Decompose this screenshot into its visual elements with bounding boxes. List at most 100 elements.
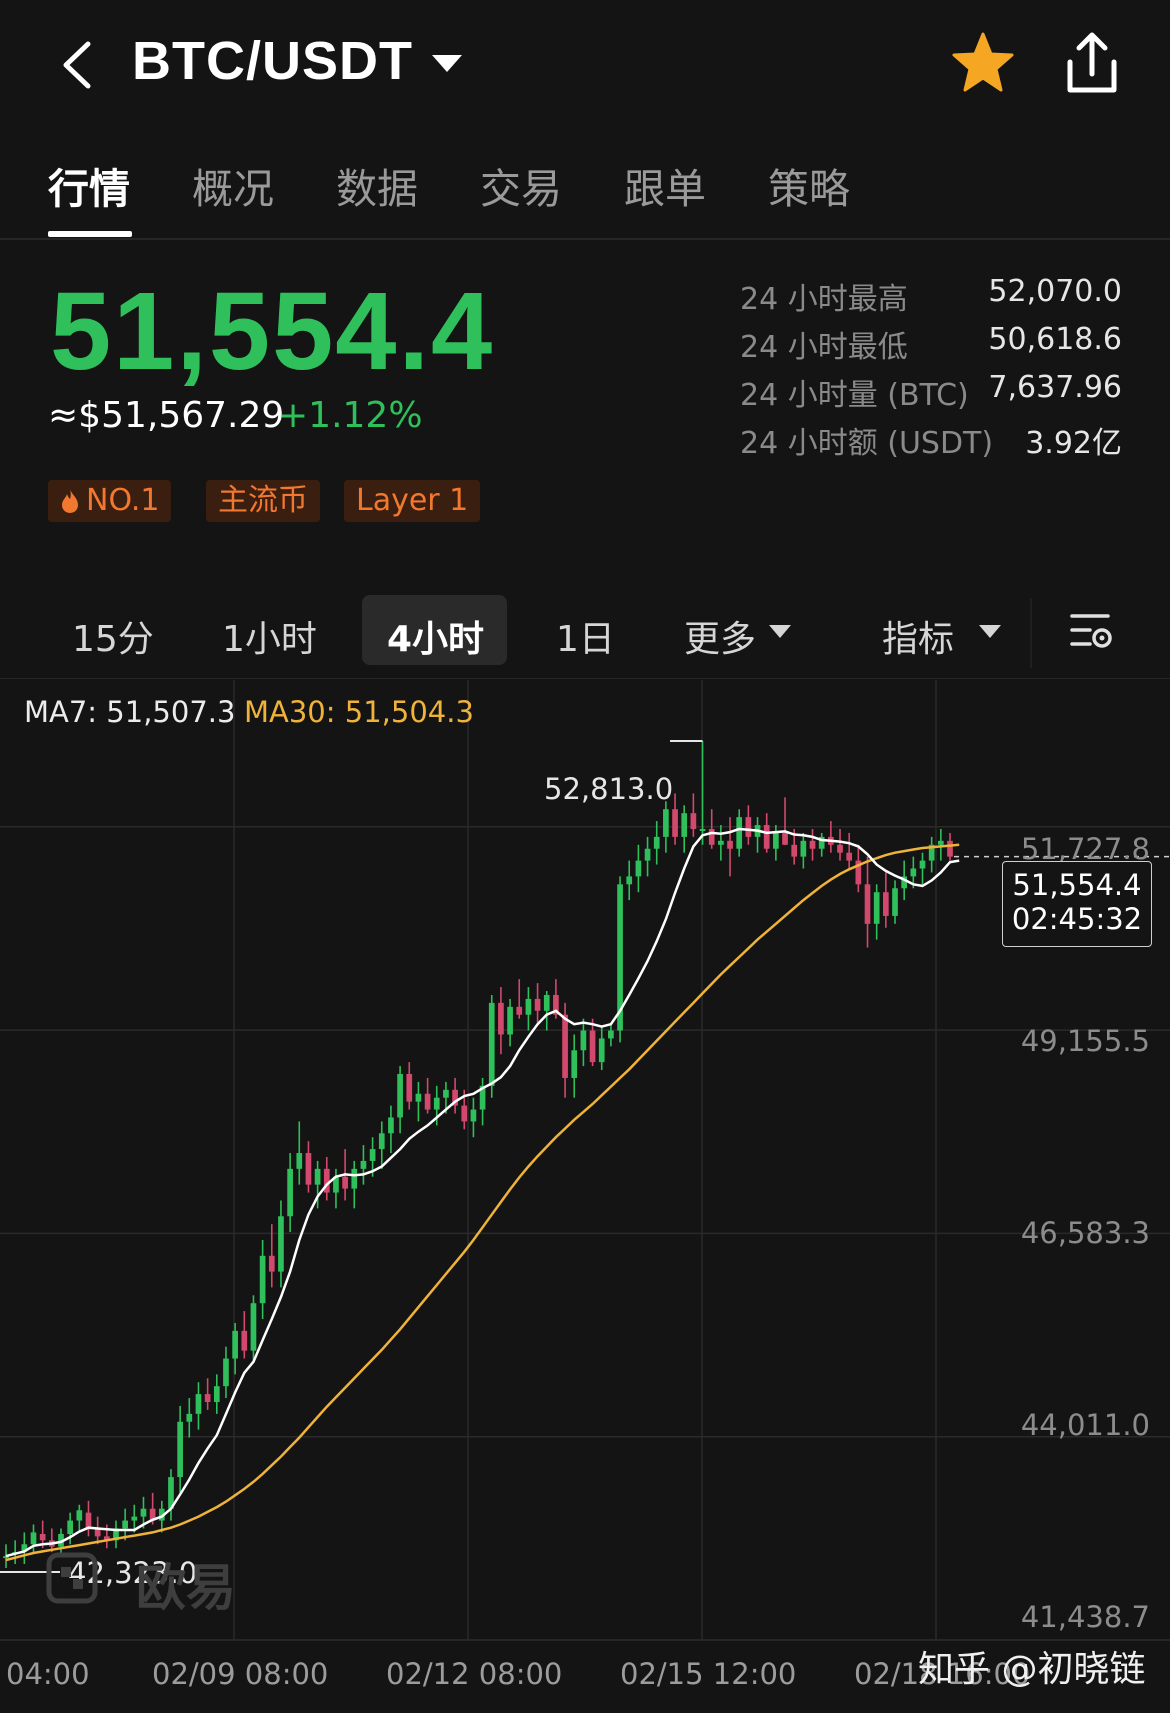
divider <box>0 238 1170 240</box>
candle-down <box>305 1153 312 1185</box>
stat-value-low: 50,618.6 <box>988 322 1122 357</box>
candle-up <box>470 1109 477 1122</box>
candle-down <box>763 825 770 849</box>
candle-down <box>461 1105 468 1122</box>
current-price-box: 51,554.4 02:45:32 <box>1002 861 1152 947</box>
caret-down-icon[interactable] <box>769 625 791 638</box>
timeframe-15m[interactable]: 15分 <box>72 610 154 662</box>
candle-up <box>131 1516 138 1521</box>
candle-down <box>39 1533 46 1541</box>
tab-market[interactable]: 行情 <box>48 155 130 215</box>
timeframe-more[interactable]: 更多 <box>684 610 756 662</box>
pair-title[interactable]: BTC/USDT <box>132 30 413 92</box>
x-tick-label: 02/09 08:00 <box>152 1657 329 1691</box>
tab-strategy[interactable]: 策略 <box>768 155 850 215</box>
stat-value-turnover: 3.92亿 <box>1025 426 1122 461</box>
tab-overview[interactable]: 概况 <box>192 155 274 215</box>
candle-down <box>690 813 697 829</box>
candle-down <box>864 884 871 924</box>
caret-down-icon[interactable] <box>432 55 462 72</box>
candle-up <box>736 817 743 849</box>
x-tick-label: 02/12 08:00 <box>386 1657 563 1691</box>
candle-down <box>406 1073 413 1102</box>
candle-up <box>507 1006 513 1035</box>
tag-rank[interactable]: NO.1 <box>48 480 172 522</box>
ma7-value: MA7: 51,507.3 <box>24 695 236 729</box>
candle-up <box>910 868 917 877</box>
tab-trade[interactable]: 交易 <box>480 155 562 215</box>
timeframe-4h[interactable]: 4小时 <box>387 610 484 662</box>
usd-price: ≈$51,567.29 <box>48 395 285 436</box>
candle-down <box>268 1255 275 1272</box>
candle-up <box>488 1002 495 1086</box>
chart-grid <box>0 680 1170 1641</box>
candle-up <box>388 1117 394 1134</box>
candle-up <box>195 1394 202 1414</box>
candle-down <box>241 1330 248 1351</box>
candle-down <box>672 809 678 837</box>
watermark-text: 欧易 <box>136 1559 236 1617</box>
source-credit: 知乎 @初晓链 <box>918 1649 1146 1690</box>
candle-down <box>708 828 715 845</box>
candle-up <box>378 1133 385 1150</box>
stat-label-low: 24 小时最低 <box>740 330 908 365</box>
stat-label-turnover: 24 小时额 (USDT) <box>740 426 994 461</box>
candle-down <box>809 840 816 849</box>
candle-up <box>67 1520 73 1534</box>
candle-down <box>837 844 843 853</box>
last-price: 51,554.4 <box>50 270 495 393</box>
candle-up <box>644 848 651 861</box>
y-tick-label: 44,011.0 <box>1020 1408 1150 1442</box>
caret-down-icon[interactable] <box>979 625 1001 638</box>
candle-up <box>443 1089 449 1098</box>
y-tick-label: 41,438.7 <box>1020 1600 1150 1634</box>
candle-down <box>782 832 788 845</box>
candle-up <box>369 1149 376 1161</box>
candle-down <box>589 1030 596 1063</box>
candle-up <box>296 1153 303 1169</box>
chart-settings-icon[interactable] <box>1068 608 1114 652</box>
candle-up <box>351 1168 358 1189</box>
candle-up <box>663 809 669 837</box>
indicators-button[interactable]: 指标 <box>882 610 954 662</box>
candle-up <box>30 1532 37 1545</box>
tab-data[interactable]: 数据 <box>336 155 418 215</box>
candle-up <box>919 860 926 869</box>
tag-rank-label: NO.1 <box>86 483 160 518</box>
candle-up <box>76 1510 83 1521</box>
candle-up <box>397 1073 403 1118</box>
stat-value-volume: 7,637.96 <box>988 370 1122 405</box>
timeframe-1d[interactable]: 1日 <box>556 610 615 662</box>
candle-up <box>608 1030 614 1039</box>
y-tick-label: 46,583.3 <box>1020 1216 1150 1250</box>
candle-up <box>140 1508 147 1517</box>
tab-copy-trade[interactable]: 跟单 <box>624 155 706 215</box>
x-tick-label: 04:00 <box>6 1657 90 1691</box>
candle-down <box>85 1512 92 1529</box>
candle-up <box>699 828 706 831</box>
candle-down <box>745 817 752 837</box>
candle-up <box>314 1168 321 1185</box>
candle-up <box>937 840 944 845</box>
candle-down <box>947 840 953 857</box>
candle-up <box>800 840 807 857</box>
candle-countdown: 02:45:32 <box>1011 902 1143 936</box>
fire-icon <box>62 489 78 513</box>
candle-up <box>213 1386 220 1402</box>
tag-layer1[interactable]: Layer 1 <box>344 480 481 522</box>
star-icon[interactable] <box>950 30 1016 96</box>
candle-down <box>498 1002 504 1035</box>
divider <box>0 678 1170 679</box>
candle-down <box>516 1006 523 1015</box>
chevron-left-icon[interactable] <box>58 40 98 90</box>
markers <box>0 740 1170 1573</box>
tag-mainstream[interactable]: 主流币 <box>206 480 320 522</box>
stat-label-high: 24 小时最高 <box>740 282 908 317</box>
share-icon[interactable] <box>1062 30 1122 96</box>
candle-up <box>718 840 724 845</box>
ma30-line <box>5 843 960 1562</box>
timeframe-1h[interactable]: 1小时 <box>222 610 317 662</box>
candle-up <box>873 892 880 924</box>
candle-down <box>204 1394 211 1402</box>
candle-up <box>580 1030 587 1051</box>
